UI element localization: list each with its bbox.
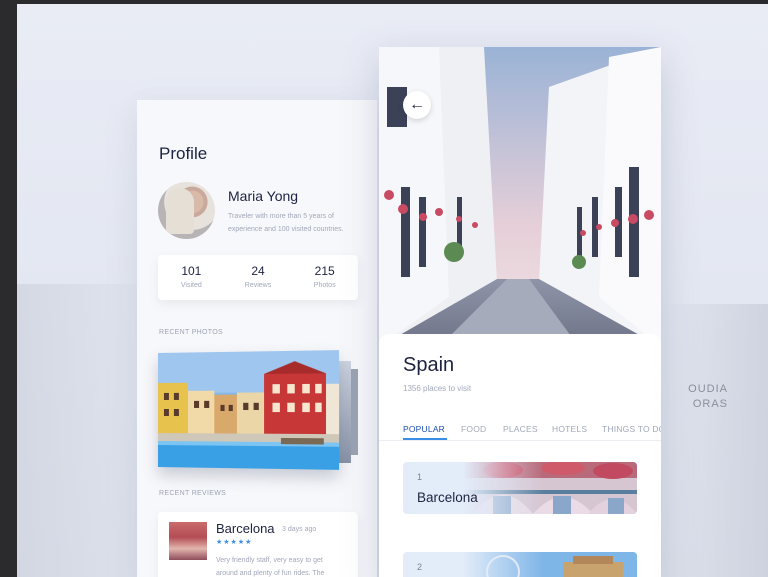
- hero-image: ←: [379, 47, 661, 347]
- tab-things-to-do[interactable]: THINGS TO DO: [602, 424, 661, 434]
- place-card[interactable]: 2: [403, 552, 637, 577]
- page-title: Profile: [159, 144, 208, 163]
- stat-visited[interactable]: 101 Visited: [158, 255, 225, 300]
- background-sign: OUDIA ORAS: [688, 383, 728, 410]
- recent-photo[interactable]: [158, 350, 340, 470]
- destination-screen: ← Spain 1356 places to visit POPULAR FOO…: [379, 47, 661, 577]
- review-thumbnail: [169, 522, 207, 560]
- recent-photos-label: RECENT PHOTOS: [159, 329, 223, 336]
- stat-photos[interactable]: 215 Photos: [291, 255, 358, 300]
- category-tabs: POPULAR FOOD PLACES HOTELS THINGS TO DO: [379, 410, 661, 441]
- arrow-left-icon: ←: [409, 96, 425, 113]
- rating-stars: ★★★★★: [216, 539, 253, 546]
- tab-hotels[interactable]: HOTELS: [552, 424, 587, 434]
- review-text: Very friendly staff, very easy to get ar…: [216, 557, 325, 577]
- tab-popular[interactable]: POPULAR: [403, 424, 445, 434]
- tab-places[interactable]: PLACES: [503, 424, 538, 434]
- stats-panel: 101 Visited 24 Reviews 215 Photos: [158, 255, 358, 300]
- place-rank: 1: [417, 472, 423, 482]
- destination-sheet: Spain 1356 places to visit POPULAR FOOD …: [379, 334, 661, 577]
- active-tab-indicator: [403, 438, 447, 440]
- places-count: 1356 places to visit: [403, 384, 472, 393]
- profile-card: Profile Maria Yong Traveler with more th…: [137, 100, 377, 577]
- place-rank: 2: [417, 562, 423, 572]
- review-card[interactable]: Barcelona 3 days ago ★★★★★ Very friendly…: [158, 512, 358, 577]
- review-date: 3 days ago: [282, 526, 317, 533]
- stat-reviews[interactable]: 24 Reviews: [225, 255, 292, 300]
- user-name: Maria Yong: [228, 188, 299, 204]
- user-bio: Traveler with more than 5 years of exper…: [228, 213, 344, 233]
- review-place: Barcelona: [216, 521, 275, 536]
- place-name: Barcelona: [417, 490, 478, 505]
- back-button[interactable]: ←: [403, 91, 431, 119]
- country-title: Spain: [403, 354, 455, 376]
- app-canvas: OUDIA ORAS Profile Maria Yong Traveler w…: [17, 4, 768, 577]
- avatar[interactable]: [158, 182, 215, 239]
- recent-photos-carousel[interactable]: [158, 350, 358, 471]
- place-card[interactable]: 1 Barcelona: [403, 462, 637, 514]
- tab-food[interactable]: FOOD: [461, 424, 486, 434]
- background-street-right: [658, 304, 768, 577]
- recent-reviews-label: RECENT REVIEWS: [159, 490, 227, 497]
